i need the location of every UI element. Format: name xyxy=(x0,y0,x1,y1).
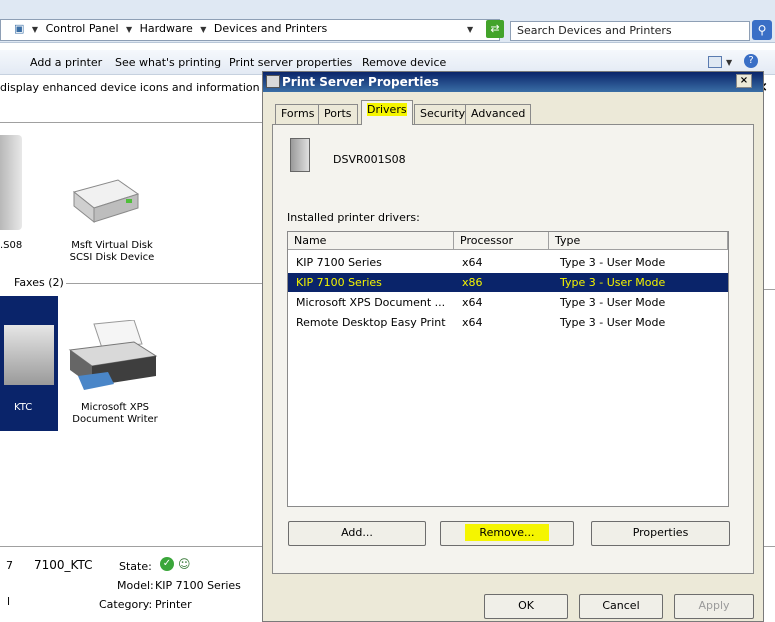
printer-icon xyxy=(266,75,280,88)
breadcrumb-control-panel[interactable]: Control Panel xyxy=(46,22,119,35)
view-options-icon[interactable] xyxy=(708,56,722,68)
tab-advanced[interactable]: Advanced xyxy=(465,104,532,124)
driver-type: Type 3 - User Mode xyxy=(560,316,666,329)
search-input[interactable]: Search Devices and Printers xyxy=(510,21,750,41)
remove-driver-button[interactable]: Remove... xyxy=(440,521,574,546)
table-row[interactable]: Microsoft XPS Document ... x64 Type 3 - … xyxy=(288,293,728,312)
model-value: KIP 7100 Series xyxy=(155,579,241,592)
breadcrumb-hardware[interactable]: Hardware xyxy=(140,22,193,35)
divider xyxy=(764,546,775,547)
tab-forms[interactable]: Forms xyxy=(275,104,321,124)
close-button[interactable]: × xyxy=(736,74,752,88)
tab-security[interactable]: Security xyxy=(414,104,472,124)
divider xyxy=(764,289,775,290)
breadcrumb-devices-printers[interactable]: Devices and Printers xyxy=(214,22,327,35)
printer-icon xyxy=(4,325,54,385)
chevron-down-icon[interactable]: ▼ xyxy=(726,58,732,67)
help-icon[interactable]: ? xyxy=(744,54,758,68)
driver-name: KIP 7100 Series xyxy=(296,256,382,269)
add-printer-button[interactable]: Add a printer xyxy=(30,56,102,69)
add-driver-button[interactable]: Add... xyxy=(288,521,426,546)
driver-type: Type 3 - User Mode xyxy=(560,256,666,269)
search-icon[interactable]: ⚲ xyxy=(752,20,772,40)
see-whats-printing-button[interactable]: See what's printing xyxy=(115,56,221,69)
printer-name: 7100_KTC xyxy=(34,558,93,572)
info-bar-text[interactable]: display enhanced device icons and inform… xyxy=(0,81,278,94)
driver-name: Microsoft XPS Document ... xyxy=(296,296,446,309)
device-label: Msft Virtual Disk SCSI Disk Device xyxy=(69,240,155,263)
table-row[interactable]: Remote Desktop Easy Print x64 Type 3 - U… xyxy=(288,313,728,332)
printer-icon[interactable] xyxy=(64,319,160,398)
category-value: Printer xyxy=(155,598,192,611)
properties-button[interactable]: Properties xyxy=(591,521,730,546)
model-label: Model: xyxy=(117,579,154,592)
details-mark: 7 xyxy=(6,559,13,572)
server-icon xyxy=(290,138,310,172)
driver-processor: x64 xyxy=(462,296,483,309)
cancel-button[interactable]: Cancel xyxy=(579,594,663,619)
breadcrumb: ▣ ▼ Control Panel ▼ Hardware ▼ Devices a… xyxy=(14,22,331,35)
ok-state-icon: ✓ xyxy=(160,557,174,571)
chevron-right-icon[interactable]: ▼ xyxy=(200,25,206,34)
users-icon: ☺ xyxy=(178,557,191,571)
device-label: .S08 xyxy=(0,240,23,251)
divider xyxy=(66,283,262,284)
chevron-down-icon[interactable]: ▼ xyxy=(467,25,473,34)
column-header-name[interactable]: Name xyxy=(288,232,454,250)
refresh-icon[interactable]: ⇄ xyxy=(486,20,504,38)
driver-type: Type 3 - User Mode xyxy=(560,296,666,309)
details-mark: l xyxy=(7,595,11,608)
printer-label: Microsoft XPS Document Writer xyxy=(72,402,158,425)
driver-processor: x86 xyxy=(462,276,483,289)
tab-drivers-label: Drivers xyxy=(367,103,407,116)
print-server-properties-button[interactable]: Print server properties xyxy=(229,56,352,69)
driver-name: Remote Desktop Easy Print xyxy=(296,316,446,329)
driver-processor: x64 xyxy=(462,316,483,329)
tab-drivers[interactable]: Drivers xyxy=(361,100,413,125)
ok-button[interactable]: OK xyxy=(484,594,568,619)
state-label: State: xyxy=(119,560,152,573)
section-header[interactable]: Faxes (2) xyxy=(14,276,64,289)
remove-button-label: Remove... xyxy=(465,524,549,541)
installed-drivers-label: Installed printer drivers: xyxy=(287,211,420,224)
category-label: Category: xyxy=(99,598,153,611)
apply-button[interactable]: Apply xyxy=(674,594,754,619)
hard-disk-icon[interactable] xyxy=(68,172,140,228)
driver-type: Type 3 - User Mode xyxy=(560,276,666,289)
printer-label: KTC xyxy=(14,402,33,413)
dialog-title: Print Server Properties xyxy=(282,75,439,89)
column-header-type[interactable]: Type xyxy=(549,232,728,250)
driver-processor: x64 xyxy=(462,256,483,269)
table-row[interactable]: KIP 7100 Series x64 Type 3 - User Mode xyxy=(288,253,728,272)
chevron-right-icon[interactable]: ▼ xyxy=(32,25,38,34)
divider xyxy=(0,546,262,547)
remove-device-button[interactable]: Remove device xyxy=(362,56,446,69)
server-name: DSVR001S08 xyxy=(333,153,406,166)
folder-icon: ▣ xyxy=(14,22,25,35)
driver-name: KIP 7100 Series xyxy=(296,276,382,289)
tab-ports[interactable]: Ports xyxy=(318,104,358,124)
divider xyxy=(0,122,262,123)
server-device-icon[interactable] xyxy=(0,135,22,230)
chevron-right-icon[interactable]: ▼ xyxy=(126,25,132,34)
column-header-processor[interactable]: Processor xyxy=(454,232,549,250)
table-row-selected[interactable]: KIP 7100 Series x86 Type 3 - User Mode xyxy=(288,273,728,292)
